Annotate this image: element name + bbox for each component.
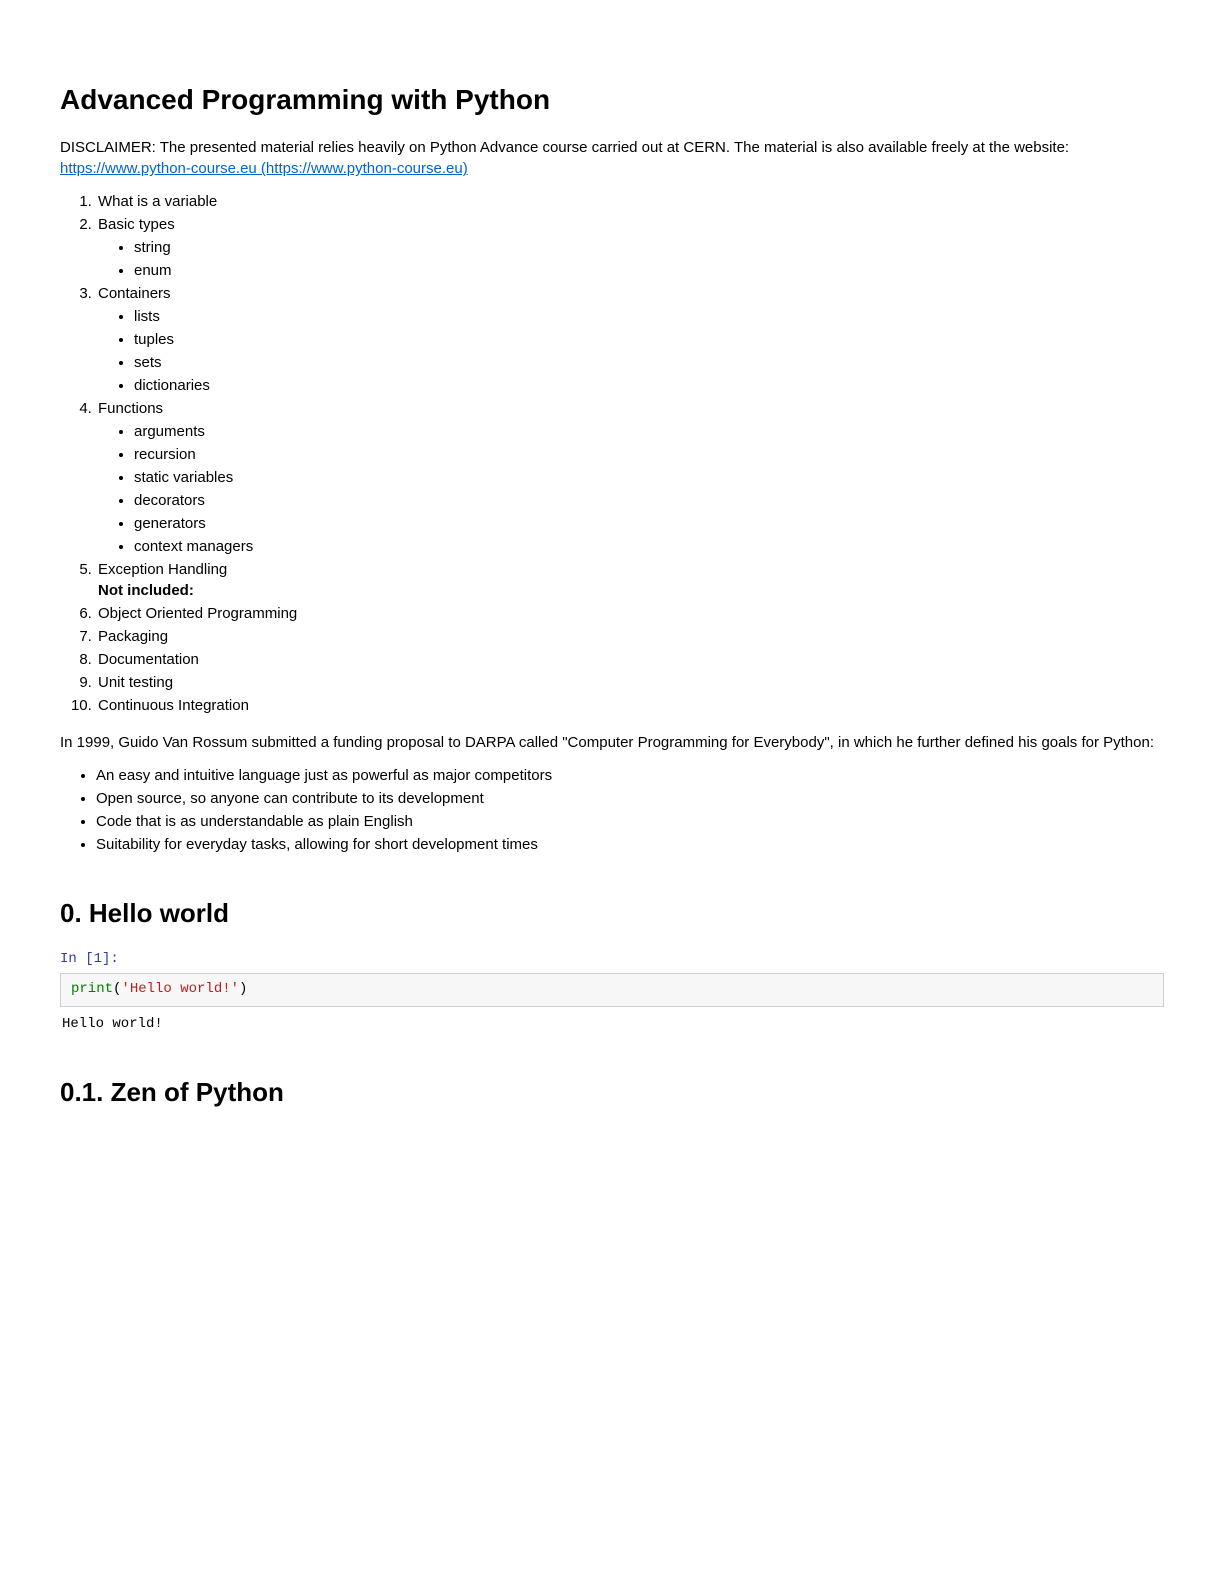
disclaimer-link[interactable]: https://www.python-course.eu (https://ww… [60,160,468,177]
toc-label: What is a variable [98,193,217,210]
goal-item: An easy and intuitive language just as p… [96,765,1164,786]
input-prompt: In [1]: [60,950,1164,970]
toc-label: Unit testing [98,674,173,691]
code-cell: In [1]: print('Hello world!') Hello worl… [60,950,1164,1035]
toc-item: Basic types string enum [96,214,1164,281]
goal-item: Suitability for everyday tasks, allowing… [96,834,1164,855]
toc-subitem: sets [134,352,1164,373]
toc-item: Continuous Integration [96,695,1164,716]
goal-item: Open source, so anyone can contribute to… [96,788,1164,809]
code-input-area[interactable]: print('Hello world!') [60,973,1164,1007]
not-included-note: Not included: [98,580,1164,601]
section-hello-world-title: 0. Hello world [60,895,1164,931]
toc-label: Packaging [98,628,168,645]
code-output: Hello world! [60,1007,1164,1035]
toc-subitem: dictionaries [134,375,1164,396]
code-token-string: 'Hello world!' [121,981,239,997]
toc-label: Containers [98,285,171,302]
toc-subitem: context managers [134,536,1164,557]
toc-subitem: static variables [134,467,1164,488]
toc-sublist: arguments recursion static variables dec… [98,421,1164,557]
toc-label: Continuous Integration [98,697,249,714]
toc-list: What is a variable Basic types string en… [60,191,1164,716]
toc-subitem: generators [134,513,1164,534]
disclaimer-text: DISCLAIMER: The presented material relie… [60,139,1069,156]
disclaimer-paragraph: DISCLAIMER: The presented material relie… [60,137,1164,179]
toc-label: Functions [98,400,163,417]
history-paragraph: In 1999, Guido Van Rossum submitted a fu… [60,732,1164,753]
code-token-paren: ) [239,981,247,997]
toc-sublist: string enum [98,237,1164,281]
toc-sublist: lists tuples sets dictionaries [98,306,1164,396]
section-zen-title: 0.1. Zen of Python [60,1074,1164,1110]
toc-item: Exception Handling Not included: [96,559,1164,601]
toc-item: What is a variable [96,191,1164,212]
page-title: Advanced Programming with Python [60,80,1164,119]
toc-subitem: arguments [134,421,1164,442]
toc-item: Packaging [96,626,1164,647]
goal-item: Code that is as understandable as plain … [96,811,1164,832]
toc-subitem: enum [134,260,1164,281]
toc-label: Documentation [98,651,199,668]
toc-label: Exception Handling [98,561,227,578]
toc-item: Documentation [96,649,1164,670]
toc-item: Containers lists tuples sets dictionarie… [96,283,1164,396]
goals-list: An easy and intuitive language just as p… [60,765,1164,855]
toc-subitem: tuples [134,329,1164,350]
toc-subitem: string [134,237,1164,258]
toc-item: Object Oriented Programming [96,603,1164,624]
toc-subitem: recursion [134,444,1164,465]
toc-subitem: decorators [134,490,1164,511]
toc-label: Basic types [98,216,175,233]
toc-item: Functions arguments recursion static var… [96,398,1164,557]
toc-item: Unit testing [96,672,1164,693]
toc-label: Object Oriented Programming [98,605,297,622]
toc-subitem: lists [134,306,1164,327]
code-token-function: print [71,981,113,997]
